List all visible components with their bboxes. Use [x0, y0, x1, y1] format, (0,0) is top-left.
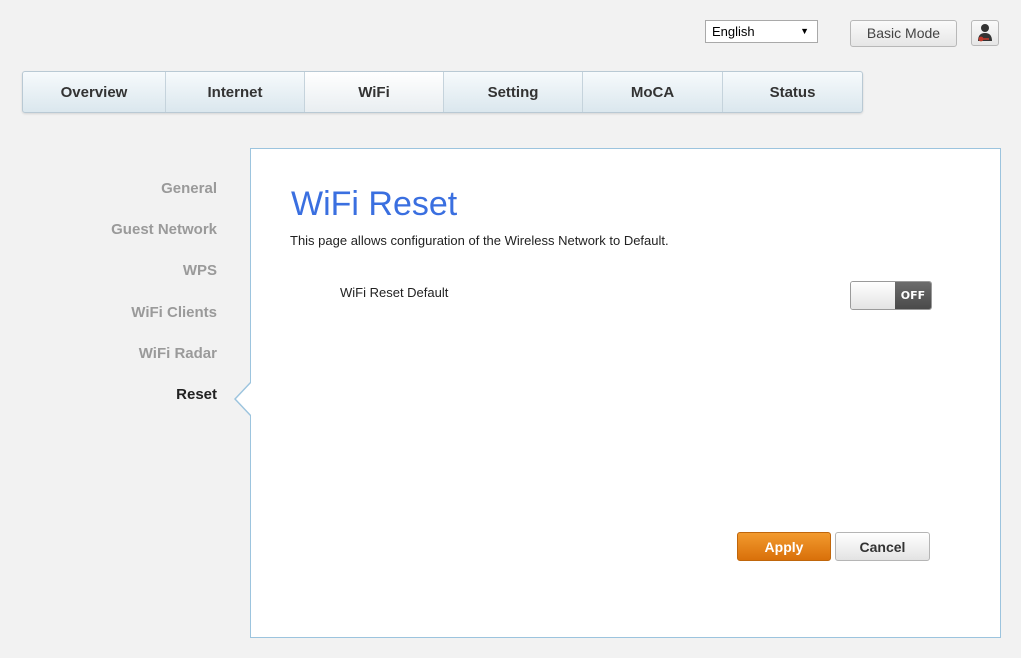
sidebar-item-wifi-radar[interactable]: WiFi Radar: [139, 345, 217, 362]
tab-setting[interactable]: Setting: [444, 72, 583, 112]
tab-wifi[interactable]: WiFi: [305, 72, 444, 112]
cancel-button[interactable]: Cancel: [835, 532, 930, 561]
user-key-icon: [978, 24, 992, 42]
sidebar-item-wps[interactable]: WPS: [183, 262, 217, 279]
tab-status[interactable]: Status: [723, 72, 862, 112]
tab-internet[interactable]: Internet: [166, 72, 305, 112]
user-button[interactable]: [971, 20, 999, 46]
basic-mode-button[interactable]: Basic Mode: [850, 20, 957, 47]
sidebar-item-general[interactable]: General: [161, 180, 217, 197]
sidebar-item-guest-network[interactable]: Guest Network: [111, 221, 217, 238]
language-select-value: English: [712, 24, 755, 39]
tab-moca[interactable]: MoCA: [583, 72, 723, 112]
toggle-knob: [851, 282, 895, 309]
apply-button[interactable]: Apply: [737, 532, 831, 561]
dropdown-arrow-icon: ▼: [800, 26, 809, 36]
main-nav-tabs: Overview Internet WiFi Setting MoCA Stat…: [22, 71, 863, 113]
page-description: This page allows configuration of the Wi…: [290, 233, 669, 248]
page-title: WiFi Reset: [291, 185, 458, 223]
sidebar-item-wifi-clients[interactable]: WiFi Clients: [131, 304, 217, 321]
language-select[interactable]: English ▼: [705, 20, 818, 43]
toggle-state: OFF: [895, 282, 931, 309]
wifi-reset-default-toggle[interactable]: OFF: [850, 281, 932, 310]
tab-overview[interactable]: Overview: [23, 72, 166, 112]
sidebar-item-reset[interactable]: Reset: [176, 386, 217, 403]
wifi-reset-default-label: WiFi Reset Default: [340, 285, 449, 300]
